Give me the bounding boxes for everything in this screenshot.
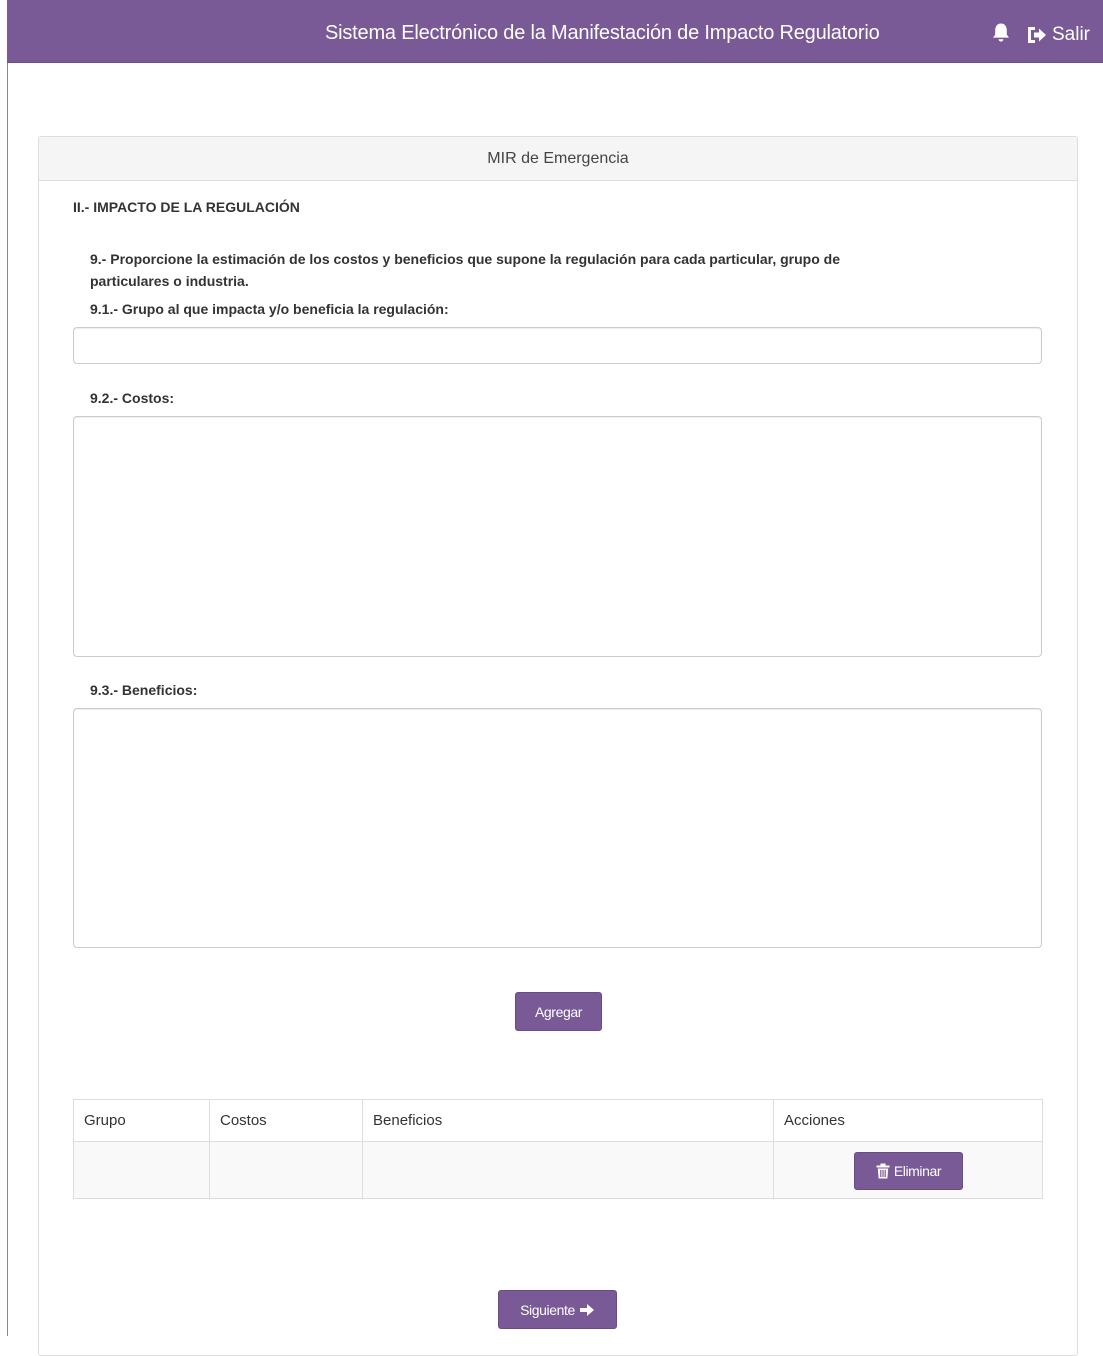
cell-acciones: Eliminar [773, 1141, 1043, 1199]
label-costos: 9.2.- Costos: [90, 390, 175, 406]
top-navbar: Sistema Electrónico de la Manifestación … [7, 0, 1103, 63]
window-frame [7, 62, 8, 1336]
trash-icon [876, 1163, 890, 1179]
cell-grupo [73, 1141, 210, 1199]
costos-textarea[interactable] [73, 416, 1042, 657]
question-9-line2: particulares o industria. [90, 273, 249, 289]
table-header-row: Grupo Costos Beneficios Acciones [73, 1099, 1043, 1142]
section-title: II.- IMPACTO DE LA REGULACIÓN [73, 199, 300, 215]
table-row: Eliminar [73, 1141, 1043, 1199]
add-button[interactable]: Agregar [515, 992, 602, 1031]
column-header-beneficios: Beneficios [362, 1099, 774, 1142]
column-header-grupo: Grupo [73, 1099, 210, 1142]
costs-benefits-table: Grupo Costos Beneficios Acciones Elimina… [73, 1099, 1043, 1199]
bell-icon[interactable] [991, 22, 1011, 44]
label-grupo: 9.1.- Grupo al que impacta y/o beneficia… [90, 301, 449, 317]
delete-button[interactable]: Eliminar [854, 1152, 963, 1190]
delete-label: Eliminar [893, 1163, 942, 1179]
grupo-input[interactable] [73, 327, 1042, 364]
panel-heading: MIR de Emergencia [39, 137, 1077, 181]
beneficios-textarea[interactable] [73, 708, 1042, 948]
cell-beneficios [362, 1141, 774, 1199]
sign-out-icon [1028, 27, 1046, 43]
logout-label: Salir [1052, 24, 1091, 45]
cell-costos [209, 1141, 363, 1199]
column-header-costos: Costos [209, 1099, 363, 1142]
label-beneficios: 9.3.- Beneficios: [90, 682, 198, 698]
question-9-line1: 9.- Proporcione la estimación de los cos… [90, 251, 840, 267]
arrow-right-icon [579, 1303, 594, 1316]
next-label: Siguiente [520, 1301, 575, 1318]
app-title: Sistema Electrónico de la Manifestación … [325, 22, 880, 44]
next-button[interactable]: Siguiente [498, 1290, 617, 1329]
mir-panel: MIR de Emergencia II.- IMPACTO DE LA REG… [38, 136, 1078, 1356]
column-header-acciones: Acciones [773, 1099, 1043, 1142]
logout-button[interactable]: Salir [1025, 24, 1090, 46]
